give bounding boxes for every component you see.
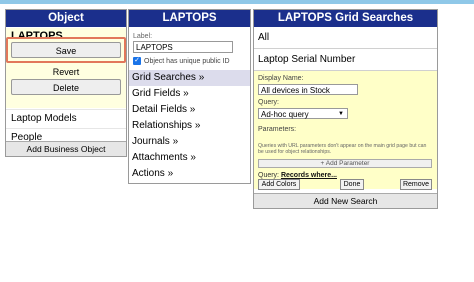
add-parameter-button[interactable]: + Add Parameter xyxy=(258,159,432,168)
add-new-search-button[interactable]: Add New Search xyxy=(254,193,437,208)
menu-item-grid-fields[interactable]: Grid Fields » xyxy=(129,86,250,102)
remove-button[interactable]: Remove xyxy=(400,179,432,190)
form-button-row: Add Colors Done Remove xyxy=(258,179,434,191)
unique-id-checkbox-row[interactable]: ✓ Object has unique public ID xyxy=(133,57,230,65)
display-name-label: Display Name: xyxy=(258,75,304,82)
revert-button[interactable]: Revert xyxy=(6,67,126,77)
query-records-line: Query: Records where... xyxy=(258,172,337,179)
menu-item-grid-searches[interactable]: Grid Searches » xyxy=(129,70,250,86)
object-configurations-header: Object Configurations xyxy=(6,10,126,41)
add-colors-button[interactable]: Add Colors xyxy=(258,179,300,190)
search-item-all[interactable]: All xyxy=(254,27,437,49)
label-input[interactable]: LAPTOPS xyxy=(133,41,233,53)
unique-id-checkbox[interactable]: ✓ xyxy=(133,57,141,65)
list-item-laptop-models[interactable]: Laptop Models xyxy=(6,109,126,128)
object-configurations-panel: Object Configurations LAPTOPS Save Rever… xyxy=(5,9,127,157)
save-button[interactable]: Save xyxy=(11,42,121,58)
parameters-note: Queries with URL parameters don't appear… xyxy=(258,143,427,155)
menu-item-detail-fields[interactable]: Detail Fields » xyxy=(129,102,250,118)
chevron-down-icon: ▼ xyxy=(338,111,344,117)
query-select[interactable]: Ad-hoc query ▼ xyxy=(258,108,348,119)
laptops-menu: Grid Searches » Grid Fields » Detail Fie… xyxy=(129,70,250,182)
menu-item-attachments[interactable]: Attachments » xyxy=(129,150,250,166)
query-select-value: Ad-hoc query xyxy=(261,110,309,119)
query-label: Query: xyxy=(258,99,280,106)
menu-item-relationships[interactable]: Relationships » xyxy=(129,118,250,134)
add-business-object-button[interactable]: Add Business Object xyxy=(6,141,126,156)
unique-id-label: Object has unique public ID xyxy=(144,57,230,65)
records-where-link[interactable]: Records where... xyxy=(281,172,337,179)
delete-button[interactable]: Delete xyxy=(11,79,121,95)
menu-item-actions[interactable]: Actions » xyxy=(129,166,250,182)
label-caption: Label: xyxy=(133,33,153,40)
grid-searches-header: LAPTOPS Grid Searches xyxy=(254,10,437,27)
query-prefix: Query: xyxy=(258,172,280,179)
top-accent-bar xyxy=(0,0,474,4)
search-item-laptop-serial-number[interactable]: Laptop Serial Number xyxy=(254,49,437,71)
search-edit-form: Display Name: All devices in Stock Query… xyxy=(254,71,437,191)
grid-searches-panel: LAPTOPS Grid Searches All Laptop Serial … xyxy=(253,9,438,209)
laptops-header: LAPTOPS xyxy=(129,10,250,27)
done-button[interactable]: Done xyxy=(340,179,364,190)
display-name-input[interactable]: All devices in Stock xyxy=(258,84,358,95)
menu-item-journals[interactable]: Journals » xyxy=(129,134,250,150)
laptops-panel: LAPTOPS Label: LAPTOPS ✓ Object has uniq… xyxy=(128,9,251,184)
parameters-label: Parameters: xyxy=(258,126,297,133)
